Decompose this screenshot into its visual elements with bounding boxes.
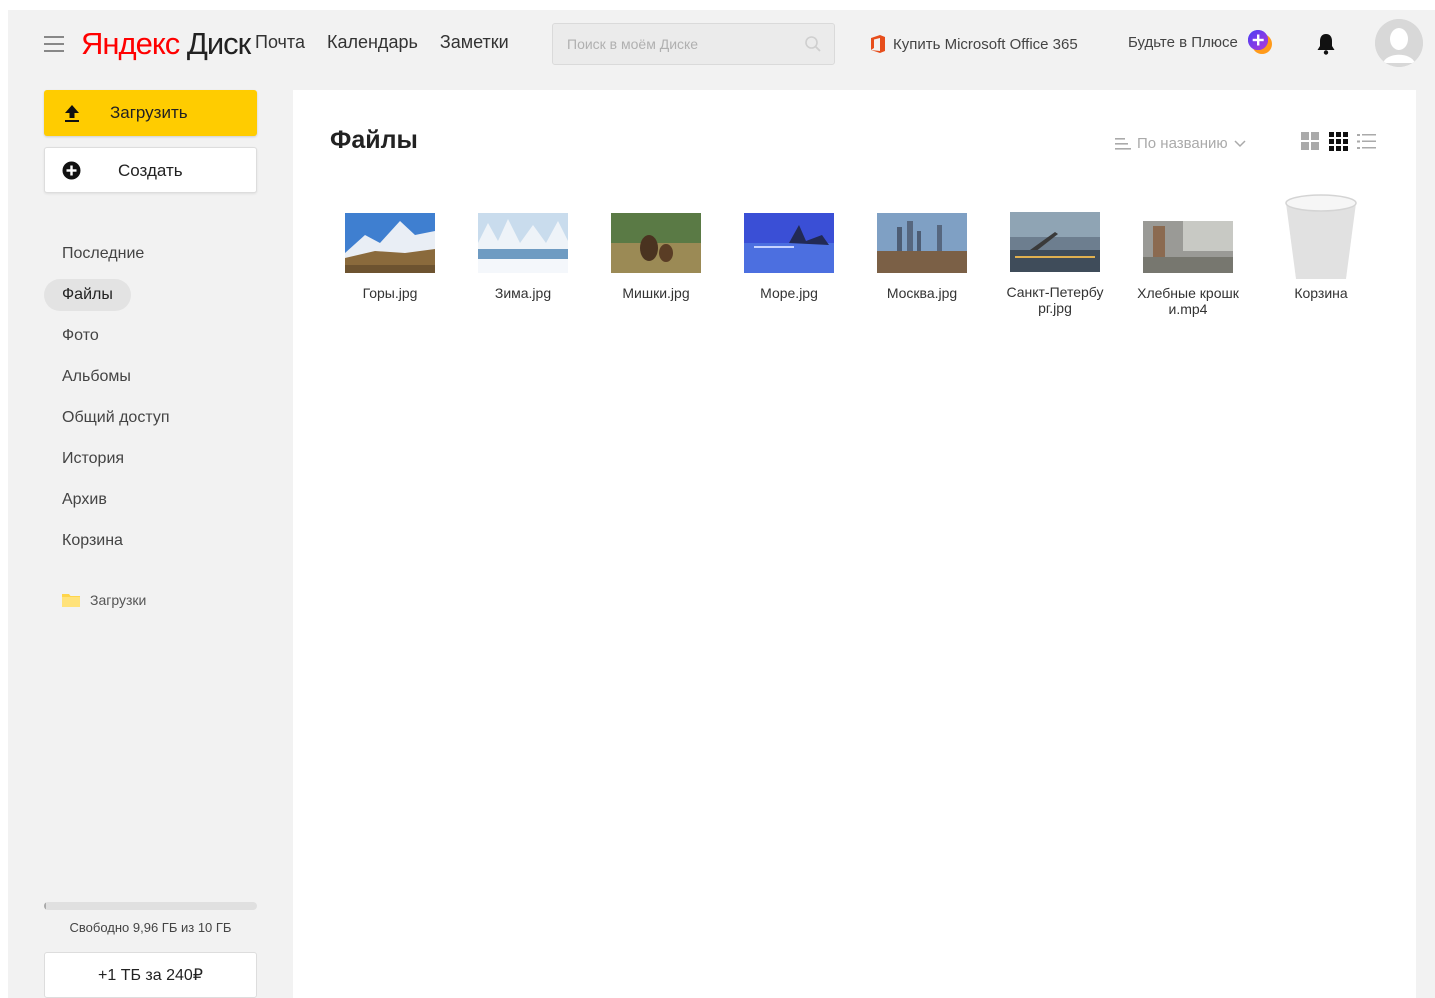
upload-icon: [65, 105, 79, 122]
avatar[interactable]: [1375, 19, 1423, 67]
logo[interactable]: Яндекс Диск: [81, 24, 251, 64]
sidebar-item-label: Корзина: [62, 532, 123, 549]
file-item[interactable]: Море.jpg: [730, 213, 848, 301]
menu-icon[interactable]: [44, 36, 64, 52]
add-circle-icon: [62, 161, 81, 180]
sidebar-item-albums[interactable]: Альбомы: [44, 359, 264, 400]
page-title: Файлы: [330, 126, 418, 154]
logo-disk: Диск: [186, 26, 251, 61]
file-name: Корзина: [1294, 285, 1348, 301]
bell-icon[interactable]: [1315, 32, 1337, 56]
file-item[interactable]: Москва.jpg: [863, 213, 981, 301]
storage-progress: [44, 902, 257, 910]
user-icon: [1375, 19, 1423, 67]
trash-item[interactable]: Корзина: [1262, 193, 1380, 301]
service-nav: Почта Календарь Заметки: [255, 32, 509, 53]
image-thumbnail: [1010, 212, 1100, 272]
upload-button[interactable]: Загрузить: [44, 90, 257, 136]
file-name: Зима.jpg: [494, 285, 552, 301]
large-tiles-icon[interactable]: [1301, 132, 1320, 151]
file-name: Хлебные крошки.mp4: [1137, 285, 1239, 317]
logo-yandex: Яндекс: [81, 26, 180, 61]
file-item[interactable]: Зима.jpg: [464, 213, 582, 301]
search-icon[interactable]: [804, 35, 822, 53]
plus-link[interactable]: Будьте в Плюсе: [1128, 28, 1274, 56]
sidebar-item-history[interactable]: История: [44, 441, 264, 482]
image-thumbnail: [345, 213, 435, 273]
file-name: Море.jpg: [760, 285, 818, 301]
trash-icon: [1285, 194, 1357, 279]
file-name: Горы.jpg: [362, 285, 418, 301]
office-label: Купить Microsoft Office 365: [893, 35, 1078, 53]
sidebar-item-photo[interactable]: Фото: [44, 318, 264, 359]
sort-icon: [1115, 137, 1131, 150]
create-button[interactable]: Создать: [44, 147, 257, 193]
list-view-icon[interactable]: [1357, 132, 1376, 151]
sidebar-item-recent[interactable]: Последние: [44, 236, 264, 277]
app-window: Яндекс Диск Почта Календарь Заметки Купи…: [8, 10, 1435, 998]
image-thumbnail: [611, 213, 701, 273]
nav-notes[interactable]: Заметки: [440, 32, 509, 53]
file-name: Мишки.jpg: [622, 285, 690, 301]
storage-progress-fill: [44, 902, 46, 910]
image-thumbnail: [478, 213, 568, 273]
file-item[interactable]: Санкт-Петербург.jpg: [996, 212, 1114, 316]
sidebar-item-label: Последние: [62, 245, 145, 262]
chevron-down-icon: [1234, 139, 1246, 147]
sidebar-item-label: Файлы: [44, 279, 131, 311]
plus-label: Будьте в Плюсе: [1128, 33, 1238, 51]
sidebar-item-trash[interactable]: Корзина: [44, 523, 264, 564]
storage-text: Свободно 9,96 ГБ из 10 ГБ: [69, 920, 232, 935]
upload-label: Загрузить: [110, 103, 188, 122]
file-item[interactable]: Горы.jpg: [331, 213, 449, 301]
video-thumbnail: [1143, 221, 1233, 273]
sidebar-folder-downloads[interactable]: Загрузки: [62, 592, 146, 608]
sidebar-item-label: Общий доступ: [62, 409, 170, 426]
file-name: Москва.jpg: [886, 285, 958, 301]
sidebar-item-label: Альбомы: [62, 368, 131, 385]
sidebar-item-label: Фото: [62, 327, 99, 344]
small-tiles-icon[interactable]: [1329, 132, 1348, 151]
file-item[interactable]: Мишки.jpg: [597, 213, 715, 301]
buy-space-button[interactable]: +1 ТБ за 240₽: [44, 952, 257, 998]
sidebar-item-files[interactable]: Файлы: [44, 277, 264, 318]
plus-icon: [1247, 30, 1272, 54]
nav-mail[interactable]: Почта: [255, 32, 305, 53]
image-thumbnail: [877, 213, 967, 273]
image-thumbnail: [744, 213, 834, 273]
folder-label: Загрузки: [90, 592, 147, 608]
office-icon: [871, 35, 885, 53]
search-box: [552, 23, 835, 65]
sidebar-nav: Последние Файлы Фото Альбомы Общий досту…: [44, 236, 264, 564]
search-input[interactable]: [553, 24, 793, 64]
view-switcher: [1301, 132, 1376, 151]
sidebar-item-label: Архив: [62, 491, 107, 508]
sort-dropdown[interactable]: По названию: [1115, 135, 1246, 152]
sidebar-item-archive[interactable]: Архив: [44, 482, 264, 523]
nav-calendar[interactable]: Календарь: [327, 32, 418, 53]
sort-label: По названию: [1137, 135, 1228, 152]
file-name: Санкт-Петербург.jpg: [1006, 284, 1104, 316]
main-panel: Файлы По названию Горы.jpg Зима.jpg Мишк…: [293, 90, 1416, 998]
file-item[interactable]: Хлебные крошки.mp4: [1129, 221, 1247, 317]
folder-icon: [62, 594, 80, 607]
buy-office-link[interactable]: Купить Microsoft Office 365: [870, 34, 1078, 54]
sidebar-item-shared[interactable]: Общий доступ: [44, 400, 264, 441]
sidebar-item-label: История: [62, 450, 125, 467]
create-label: Создать: [118, 161, 183, 180]
top-header: Яндекс Диск Почта Календарь Заметки Купи…: [8, 10, 1435, 80]
